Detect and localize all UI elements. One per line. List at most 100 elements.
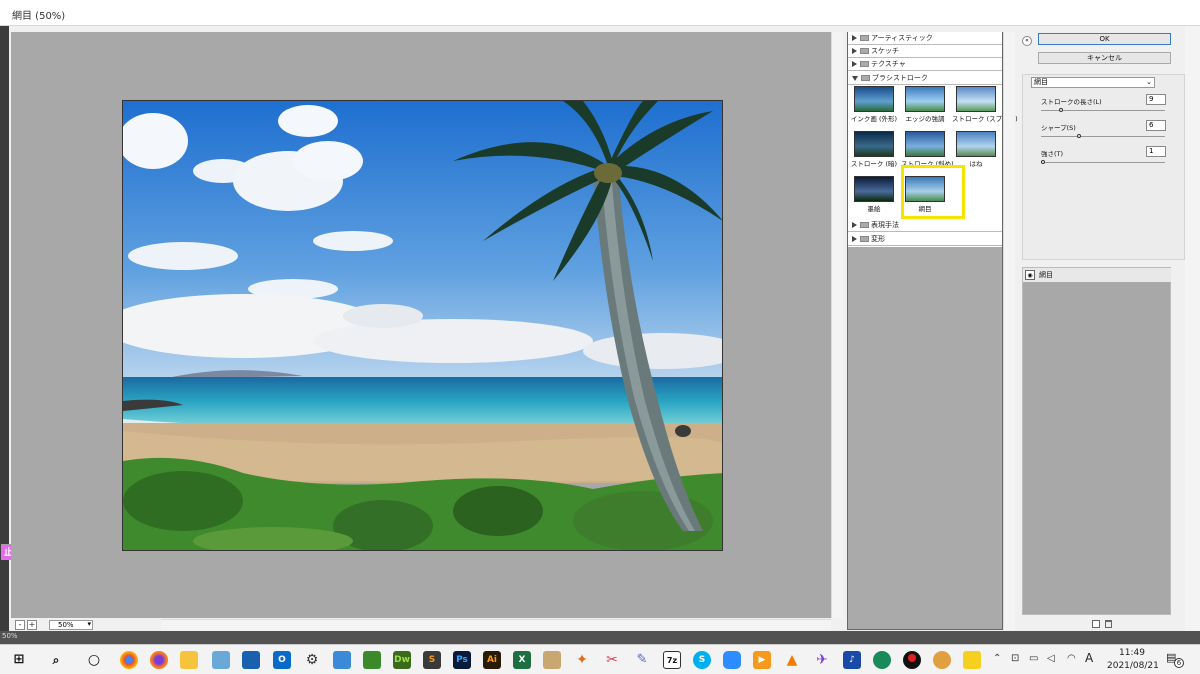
gallery-vertical-scrollbar[interactable] [1003,32,1015,630]
preview-image[interactable] [122,100,723,551]
zoom-icon[interactable] [723,651,741,669]
paint-icon[interactable] [543,651,561,669]
thumb-dark-strokes[interactable]: ストローク (暗) [850,131,898,171]
calculator-icon[interactable] [333,651,351,669]
strength-slider[interactable] [1041,160,1165,164]
zoom-in-button[interactable]: + [27,620,37,630]
folder-icon [860,222,869,228]
media-icon[interactable]: ▶ [753,651,771,669]
sublime-icon[interactable]: S [423,651,441,669]
category-distort[interactable]: 変形 [848,233,1002,246]
volume-icon[interactable]: ◁ [1047,653,1055,664]
thumb-ink-outlines[interactable]: インク画 (外形) [850,86,898,126]
explorer-icon[interactable] [180,651,198,669]
sharpness-slider[interactable] [1041,134,1165,138]
notification-icon[interactable]: ▤ 6 [1166,651,1184,668]
effect-layer-label: 網目 [1039,271,1053,279]
folder-icon [860,61,869,67]
notification-count: 6 [1174,658,1184,668]
filter-settings: 網目 ⌄ ストロークの長さ(L) 9 シャープ(S) 6 強さ(T) 1 [1022,74,1185,260]
cancel-button[interactable]: キャンセル [1038,52,1171,64]
folder-icon [860,48,869,54]
selected-filter-highlight [901,165,965,219]
strength-input[interactable]: 1 [1146,146,1166,157]
clock-time: 11:49 [1119,648,1145,658]
thumb-sprayed-strokes[interactable]: ストローク (スプレー) [952,86,1018,126]
thumbnail-image [956,86,996,112]
slider-knob[interactable] [1059,108,1063,112]
category-sketch[interactable]: スケッチ [848,45,1002,58]
excel-icon[interactable]: X [513,651,531,669]
slider-knob[interactable] [1041,160,1045,164]
ok-button[interactable]: OK [1038,33,1171,45]
search-icon[interactable]: ⌕ [47,651,65,669]
filter-select[interactable]: 網目 ⌄ [1031,77,1155,88]
globe-icon[interactable] [873,651,891,669]
record-icon[interactable] [903,651,921,669]
outlook-icon[interactable]: O [273,651,291,669]
wifi-icon[interactable]: ◠ [1067,653,1076,664]
thumbnail-image [854,86,894,112]
slider-knob[interactable] [1077,134,1081,138]
illustrator-icon[interactable]: Ai [483,651,501,669]
maps-icon[interactable] [212,651,230,669]
chevron-down-icon: ⌄ [1146,78,1152,86]
7zip-icon[interactable]: 7z [663,651,681,669]
zoom-bar: - + 50% ▾ [11,619,161,631]
battery-icon[interactable]: ▭ [1029,653,1038,664]
butterfly-icon[interactable]: ✦ [573,651,591,669]
ftp-icon[interactable] [363,651,381,669]
bird-icon[interactable]: ✈ [813,651,831,669]
ime-indicator[interactable]: A [1085,651,1093,665]
right-edge-panel [1185,26,1200,644]
windows-start-icon[interactable]: ⊞ [10,651,28,669]
preview-vertical-scrollbar[interactable] [831,32,843,618]
thumbnail-image [905,131,945,157]
sharpness-input[interactable]: 6 [1146,120,1166,131]
folder-icon [860,236,869,242]
stroke-length-input[interactable]: 9 [1146,94,1166,105]
thumb-sumi-e[interactable]: 墨絵 [850,176,898,216]
scissors-icon[interactable]: ✂ [603,651,621,669]
zoom-select[interactable]: 50% ▾ [49,620,93,630]
hamster-icon[interactable] [933,651,951,669]
dreamweaver-icon[interactable]: Dw [393,651,411,669]
sticky-notes-icon[interactable] [963,651,981,669]
preview-horizontal-scrollbar[interactable] [160,619,831,631]
folder-icon [861,75,870,81]
music-icon[interactable]: ♪ [843,651,861,669]
chevron-up-icon[interactable]: ⌃ [993,653,1001,664]
clock[interactable]: 11:49 2021/08/21 [1107,647,1159,673]
thumb-accented-edges[interactable]: エッジの強調 [901,86,949,126]
expand-arrow-icon [852,222,857,228]
filter-select-value: 網目 [1034,78,1048,86]
eye-icon[interactable]: ◉ [1025,270,1035,280]
chrome-icon[interactable] [120,651,138,669]
firefox-icon[interactable] [150,651,168,669]
thumbnail-image [854,131,894,157]
thumbnail-image [956,131,996,157]
thumbnail-image [905,86,945,112]
stroke-length-slider[interactable] [1041,108,1165,112]
expand-arrow-icon [852,35,857,41]
skype-icon[interactable]: S [693,651,711,669]
photos-icon[interactable] [242,651,260,669]
category-artistic[interactable]: アーティスティック [848,32,1002,45]
sharpness-label: シャープ(S) [1041,124,1076,132]
pen-icon[interactable]: ✎ [633,651,651,669]
category-texture[interactable]: テクスチャ [848,58,1002,71]
photoshop-icon[interactable]: Ps [453,651,471,669]
category-brush-strokes[interactable]: ブラシストローク [848,72,1002,85]
new-layer-icon[interactable] [1092,620,1100,628]
category-stylize[interactable]: 表現手法 [848,219,1002,232]
network-icon[interactable]: ⊡ [1011,653,1019,664]
cortana-icon[interactable]: ○ [85,651,103,669]
taskbar: ⊞ ⌕ ○ O ⚙ Dw S Ps Ai X ✦ ✂ ✎ 7z S ▶ ▲ ✈ … [0,644,1200,674]
collapse-icon[interactable]: « [1022,36,1032,46]
effect-layer-row[interactable]: 網目 [1023,268,1171,283]
vlc-icon[interactable]: ▲ [783,651,801,669]
gear-icon[interactable]: ⚙ [303,651,321,669]
zoom-out-button[interactable]: - [15,620,25,630]
trash-icon[interactable] [1105,620,1112,628]
effect-layers-panel [1022,267,1171,615]
